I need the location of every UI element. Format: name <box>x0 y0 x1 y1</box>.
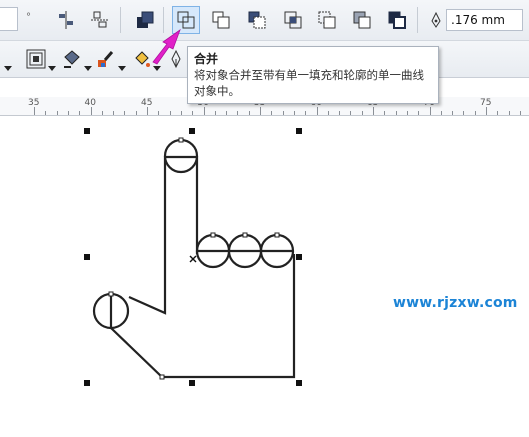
ruler-minor-tick <box>67 111 69 115</box>
tooltip-description-line2: 对象中。 <box>194 84 240 98</box>
ruler-minor-tick <box>327 111 329 115</box>
ruler-minor-tick <box>519 111 521 115</box>
ruler-minor-tick <box>508 111 510 115</box>
distribute-icon[interactable] <box>86 6 114 34</box>
ruler-label: 75 <box>480 98 492 108</box>
ruler-minor-tick <box>350 111 352 115</box>
selection-handle[interactable] <box>296 380 302 386</box>
ruler-minor-tick <box>474 111 476 115</box>
ruler-minor-tick <box>271 111 273 115</box>
contour-icon[interactable] <box>22 45 50 73</box>
dropdown-arrow-icon[interactable] <box>84 66 92 71</box>
ruler-label: 45 <box>141 98 153 108</box>
pointer-arrow-icon <box>152 28 181 65</box>
front-minus-back-icon[interactable] <box>348 6 376 34</box>
ruler-minor-tick <box>293 111 295 115</box>
selection-handle[interactable] <box>84 254 90 260</box>
weld-icon[interactable] <box>207 6 235 34</box>
ruler-minor-tick <box>395 111 397 115</box>
ruler-minor-tick <box>339 111 341 115</box>
watermark-text: www.rjzxw.com <box>393 295 518 311</box>
dropdown-arrow-icon[interactable] <box>48 66 56 71</box>
dropdown-arrow-icon[interactable] <box>153 66 161 71</box>
selection-handle[interactable] <box>84 380 90 386</box>
ruler-minor-tick <box>169 111 171 115</box>
drawing-canvas[interactable] <box>0 116 529 437</box>
ruler-minor-tick <box>135 111 137 115</box>
selection-handle[interactable] <box>296 254 302 260</box>
ruler-minor-tick <box>214 111 216 115</box>
ruler-minor-tick <box>361 111 363 115</box>
outline-width-field[interactable]: .176 mm <box>446 9 523 31</box>
arrow-icon[interactable] <box>4 66 12 71</box>
combine-tooltip: 合并 将对象合并至带有单一填充和轮廓的单一曲线 对象中。 <box>187 46 439 104</box>
ruler-tick <box>373 107 374 115</box>
align-icon[interactable] <box>52 6 80 34</box>
ruler-minor-tick <box>101 111 103 115</box>
ruler-tick <box>486 107 487 115</box>
ruler-minor-tick <box>282 111 284 115</box>
selection-handle[interactable] <box>296 128 302 134</box>
ruler-minor-tick <box>463 111 465 115</box>
ruler-minor-tick <box>79 111 81 115</box>
trim-icon[interactable] <box>243 6 271 34</box>
ruler-minor-tick <box>180 111 182 115</box>
selection-handle[interactable] <box>84 128 90 134</box>
ruler-tick <box>203 107 205 115</box>
ruler-minor-tick <box>452 111 454 115</box>
dropdown-arrow-icon[interactable] <box>118 66 126 71</box>
ruler-label: 40 <box>84 98 96 108</box>
ruler-minor-tick <box>305 111 307 115</box>
ruler-minor-tick <box>113 111 115 115</box>
ruler-minor-tick <box>124 111 126 115</box>
ruler-minor-tick <box>248 111 250 115</box>
ruler-minor-tick <box>45 111 47 115</box>
ruler-minor-tick <box>192 111 194 115</box>
selection-handle[interactable] <box>189 128 195 134</box>
fill-bucket-icon[interactable] <box>58 45 86 73</box>
eyedropper-icon[interactable] <box>92 45 120 73</box>
ruler-minor-tick <box>226 111 228 115</box>
intersect-icon[interactable] <box>279 6 307 34</box>
ruler-minor-tick <box>406 111 408 115</box>
ruler-tick <box>90 107 92 115</box>
tooltip-title: 合并 <box>194 52 219 66</box>
ruler-tick <box>429 107 431 115</box>
separator <box>417 7 418 33</box>
ruler-minor-tick <box>158 111 160 115</box>
ruler-minor-tick <box>237 111 239 115</box>
center-marker <box>189 255 197 263</box>
ruler-minor-tick <box>497 111 499 115</box>
simplify-icon[interactable] <box>313 6 341 34</box>
ruler-label: 35 <box>28 98 40 108</box>
ruler-tick <box>147 107 148 115</box>
ruler-minor-tick <box>418 111 420 115</box>
property-bar: ° .176 mm <box>0 0 529 41</box>
selection-handle[interactable] <box>189 380 195 386</box>
left-input-field[interactable] <box>0 7 18 31</box>
ruler-tick <box>34 107 35 115</box>
back-minus-front-icon[interactable] <box>383 6 411 34</box>
small-degree-icon: ° <box>26 12 31 23</box>
ruler-minor-tick <box>56 111 58 115</box>
ruler-minor-tick <box>440 111 442 115</box>
tooltip-description-line1: 将对象合并至带有单一填充和轮廓的单一曲线 <box>194 68 424 82</box>
ruler-minor-tick <box>384 111 386 115</box>
separator <box>120 7 121 33</box>
ruler-tick <box>260 107 261 115</box>
ruler-tick <box>316 107 318 115</box>
